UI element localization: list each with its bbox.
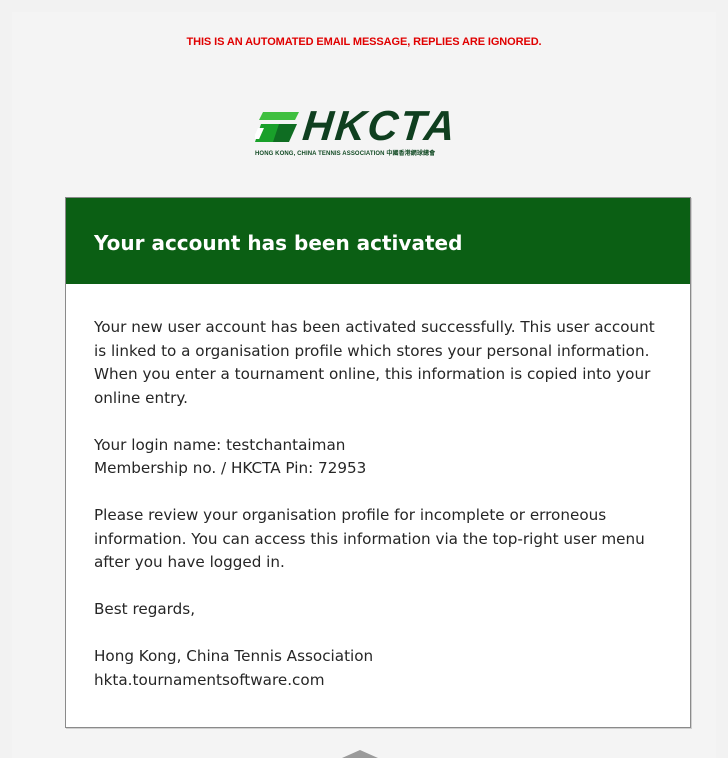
footer-arrow-icon <box>342 750 378 758</box>
membership-line: Membership no. / HKCTA Pin: 72953 <box>94 459 367 477</box>
login-name-line: Your login name: testchantaiman <box>94 435 346 454</box>
signature: Hong Kong, China Tennis Association hkta… <box>94 645 666 692</box>
account-details: Your login name: testchantaiman Membersh… <box>94 434 666 481</box>
logo-wordmark: HKCTA <box>300 102 460 149</box>
card-header: Your account has been activated <box>66 198 690 284</box>
activation-card: Your account has been activated Your new… <box>65 197 691 728</box>
organisation-name: Hong Kong, China Tennis Association <box>94 647 374 665</box>
tennis-court-logo-icon <box>255 112 299 142</box>
automated-notice: THIS IS AN AUTOMATED EMAIL MESSAGE, REPL… <box>186 36 542 48</box>
logo-subtitle: HONG KONG, CHINA TENNIS ASSOCIATION 中國香港… <box>255 151 436 157</box>
card-body: Your new user account has been activated… <box>94 316 666 716</box>
review-paragraph: Please review your organisation profile … <box>94 506 645 571</box>
email-page: THIS IS AN AUTOMATED EMAIL MESSAGE, REPL… <box>12 12 716 758</box>
regards-line: Best regards, <box>94 600 196 618</box>
organisation-site: hkta.tournamentsoftware.com <box>94 670 325 689</box>
intro-paragraph: Your new user account has been activated… <box>94 318 655 407</box>
card-title: Your account has been activated <box>94 231 463 255</box>
hkcta-logo: HKCTA HONG KONG, CHINA TENNIS ASSOCIATIO… <box>12 102 716 168</box>
